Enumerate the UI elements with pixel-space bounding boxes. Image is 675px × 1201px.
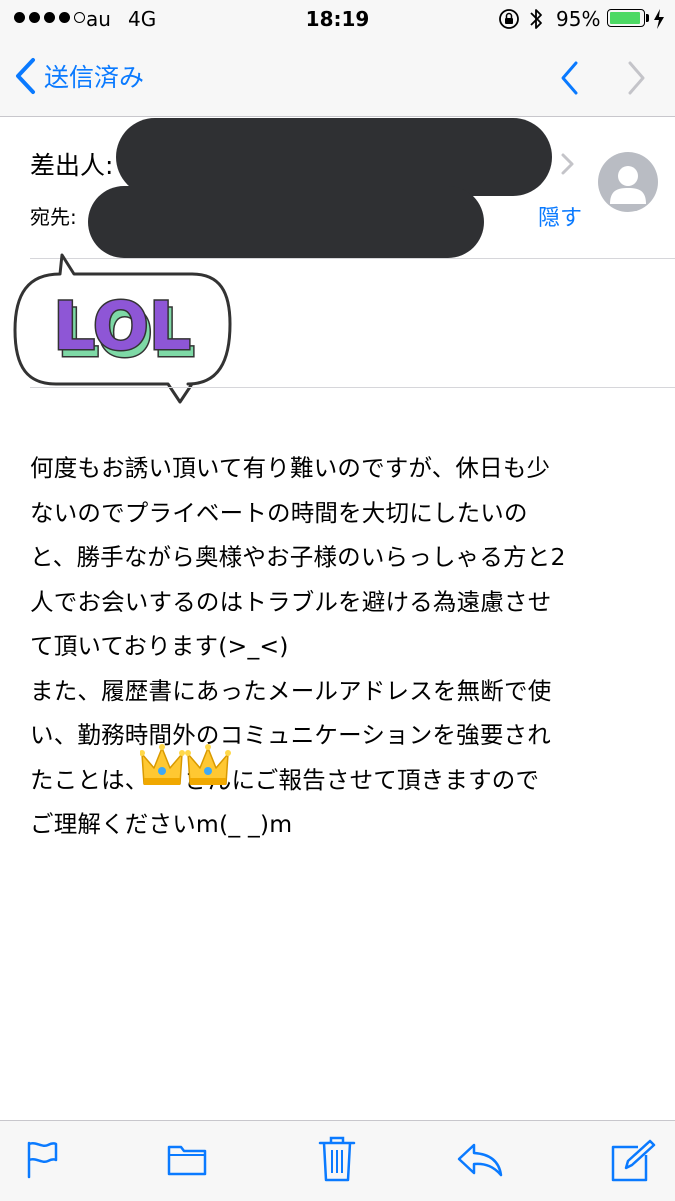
body-line: 人でお会いするのはトラブルを避ける為遠慮させ (30, 587, 552, 616)
body-line: ご理解くださいm(_ _)m (30, 810, 293, 838)
previous-message-button[interactable] (556, 58, 582, 98)
body-line: また、履歴書にあったメールアドレスを無断で使 (30, 676, 552, 705)
crown-right (185, 744, 231, 785)
bottom-toolbar (0, 1120, 675, 1201)
navigation-bar: 送信済み (0, 40, 675, 117)
battery-icon (607, 9, 645, 27)
redacted-recipient (88, 186, 484, 258)
body-line: たことは、 さんにご報告させて頂きますので (30, 765, 540, 794)
hide-details-link[interactable]: 隠す (538, 200, 582, 232)
trash-icon[interactable] (318, 1135, 356, 1183)
redacted-sender (116, 118, 552, 196)
reply-icon[interactable] (456, 1139, 504, 1179)
sticker-text: LOL (53, 288, 191, 365)
next-message-button[interactable] (624, 58, 650, 98)
battery-tip (646, 14, 649, 22)
bluetooth-icon (530, 9, 542, 29)
body-line: い、勤務時間外のコミュニケーションを強要され (30, 721, 551, 749)
crown-icon (140, 744, 231, 785)
chevron-left-icon (16, 58, 35, 94)
body-line: 何度もお誘い頂いて有り難いのですが、休日も少 (30, 454, 551, 482)
compose-icon[interactable] (610, 1139, 656, 1183)
divider (30, 387, 675, 388)
to-label: 宛先: (30, 205, 77, 229)
body-line: て頂いております(>_<) (30, 632, 289, 660)
body-line: ないのでプライベートの時間を大切にしたいの (30, 498, 528, 527)
message-body: 何度もお誘い頂いて有り難いのですが、休日も少 ないのでプライベートの時間を大切に… (30, 446, 655, 847)
folder-icon[interactable] (166, 1139, 208, 1179)
back-label: 送信済み (44, 63, 145, 92)
chevron-right-icon[interactable] (560, 152, 576, 176)
person-icon (610, 166, 646, 204)
flag-icon[interactable] (24, 1139, 60, 1179)
from-label: 差出人: (30, 151, 114, 180)
rotation-lock-icon (499, 9, 519, 29)
avatar[interactable] (598, 152, 658, 212)
back-button[interactable]: 送信済み (12, 56, 144, 96)
body-line: と、勝手ながら奥様やお子様のいらっしゃる方と2 (30, 543, 566, 571)
charging-icon (654, 9, 664, 29)
status-bar: au 4G 18:19 95% (0, 0, 675, 40)
battery-percent: 95% (556, 7, 601, 31)
crown-left (140, 744, 185, 785)
